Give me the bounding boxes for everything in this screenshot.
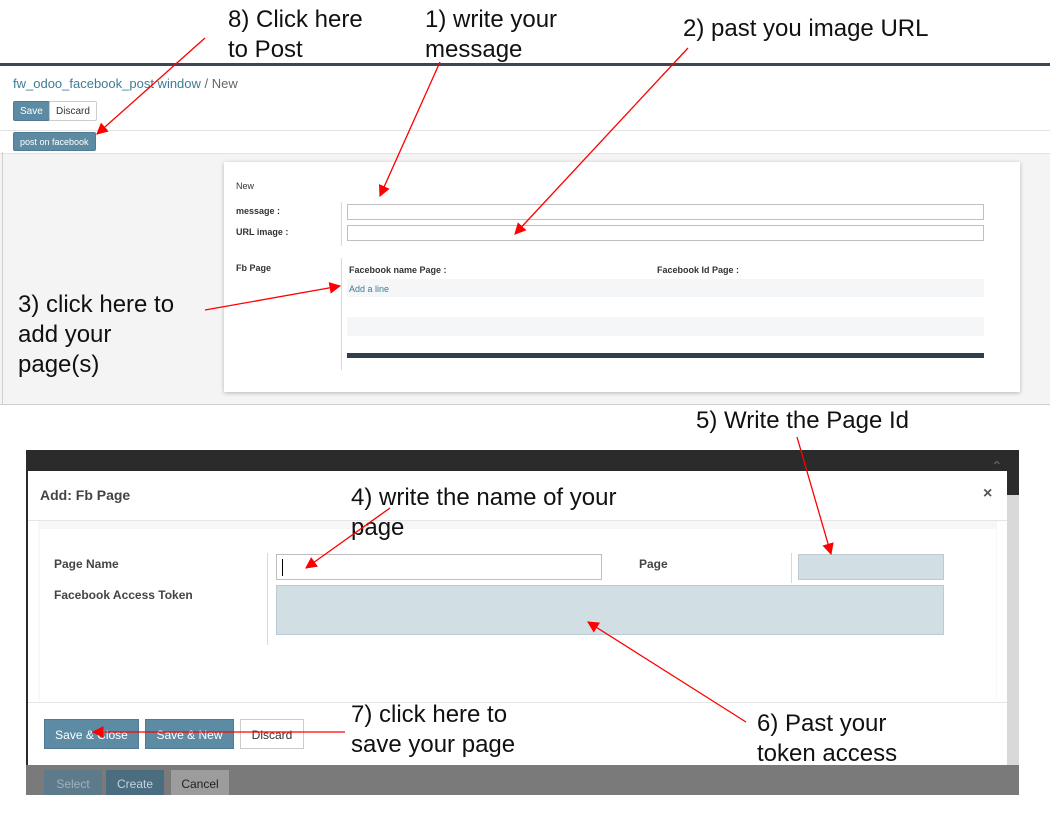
select-button[interactable]: Select xyxy=(44,770,102,795)
discard-button[interactable]: Discard xyxy=(49,101,97,121)
create-button[interactable]: Create xyxy=(106,770,164,795)
list-row xyxy=(347,279,984,297)
access-token-label: Facebook Access Token xyxy=(54,588,193,602)
annotation-step-4: 4) write the name of your page xyxy=(351,484,617,541)
page-id-input[interactable] xyxy=(798,554,944,580)
column-header-id: Facebook Id Page : xyxy=(657,265,740,275)
backdrop-strip xyxy=(1007,495,1019,765)
annotation-step-5: 5) Write the Page Id xyxy=(696,407,909,434)
url-image-label: URL image : xyxy=(236,227,289,237)
dialog-discard-button[interactable]: Discard xyxy=(240,719,304,749)
add-line-link[interactable]: Add a line xyxy=(349,284,389,294)
column-header-name: Facebook name Page : xyxy=(349,265,447,275)
dialog-footer-divider xyxy=(28,702,1007,703)
breadcrumb-parent-link[interactable]: fw_odoo_facebook_post window xyxy=(13,76,201,91)
close-icon[interactable]: × xyxy=(983,485,992,503)
text-cursor xyxy=(282,559,283,576)
url-image-input[interactable] xyxy=(347,225,984,241)
cancel-button[interactable]: Cancel xyxy=(171,770,229,795)
label-divider xyxy=(791,553,792,583)
message-label: message : xyxy=(236,206,281,216)
record-status: New xyxy=(236,181,255,191)
save-close-button[interactable]: Save & Close xyxy=(44,719,139,749)
annotation-step-7: 7) click here to save your page xyxy=(351,701,516,758)
annotation-step-8: 8) Click here to Post xyxy=(228,6,363,63)
annotation-step-6: 6) Past your token access xyxy=(757,710,898,767)
breadcrumb: fw_odoo_facebook_post window / New xyxy=(13,76,238,91)
save-new-button[interactable]: Save & New xyxy=(145,719,234,749)
left-divider xyxy=(2,152,3,404)
form-statusbar: post on facebook xyxy=(0,130,1050,154)
annotation-step-2: 2) past you image URL xyxy=(683,15,929,42)
post-on-facebook-button[interactable]: post on facebook xyxy=(13,132,96,151)
page-name-label: Page Name xyxy=(54,557,119,571)
list-row xyxy=(347,317,984,336)
message-input[interactable] xyxy=(347,204,984,220)
label-divider xyxy=(341,202,342,246)
form-sheet: New message : URL image : Fb Page Facebo… xyxy=(224,162,1020,392)
control-panel: fw_odoo_facebook_post window / New Save … xyxy=(0,66,1050,130)
annotation-step-3: 3) click here to add your page(s) xyxy=(18,291,175,378)
save-button[interactable]: Save xyxy=(13,101,50,121)
annotation-step-1: 1) write your message xyxy=(425,6,558,63)
breadcrumb-current: New xyxy=(211,76,238,91)
page-id-label: Page xyxy=(639,557,668,571)
breadcrumb-separator: / xyxy=(204,76,209,91)
page-name-input[interactable] xyxy=(276,554,602,580)
label-divider xyxy=(267,553,268,645)
fb-page-label: Fb Page xyxy=(236,263,272,273)
list-row xyxy=(347,298,984,317)
list-footer-rule xyxy=(347,353,984,358)
label-divider xyxy=(341,258,342,370)
access-token-input[interactable] xyxy=(276,585,944,635)
dialog-title: Add: Fb Page xyxy=(40,487,131,503)
dialog-form: Page Name Facebook Access Token Page xyxy=(40,529,996,701)
